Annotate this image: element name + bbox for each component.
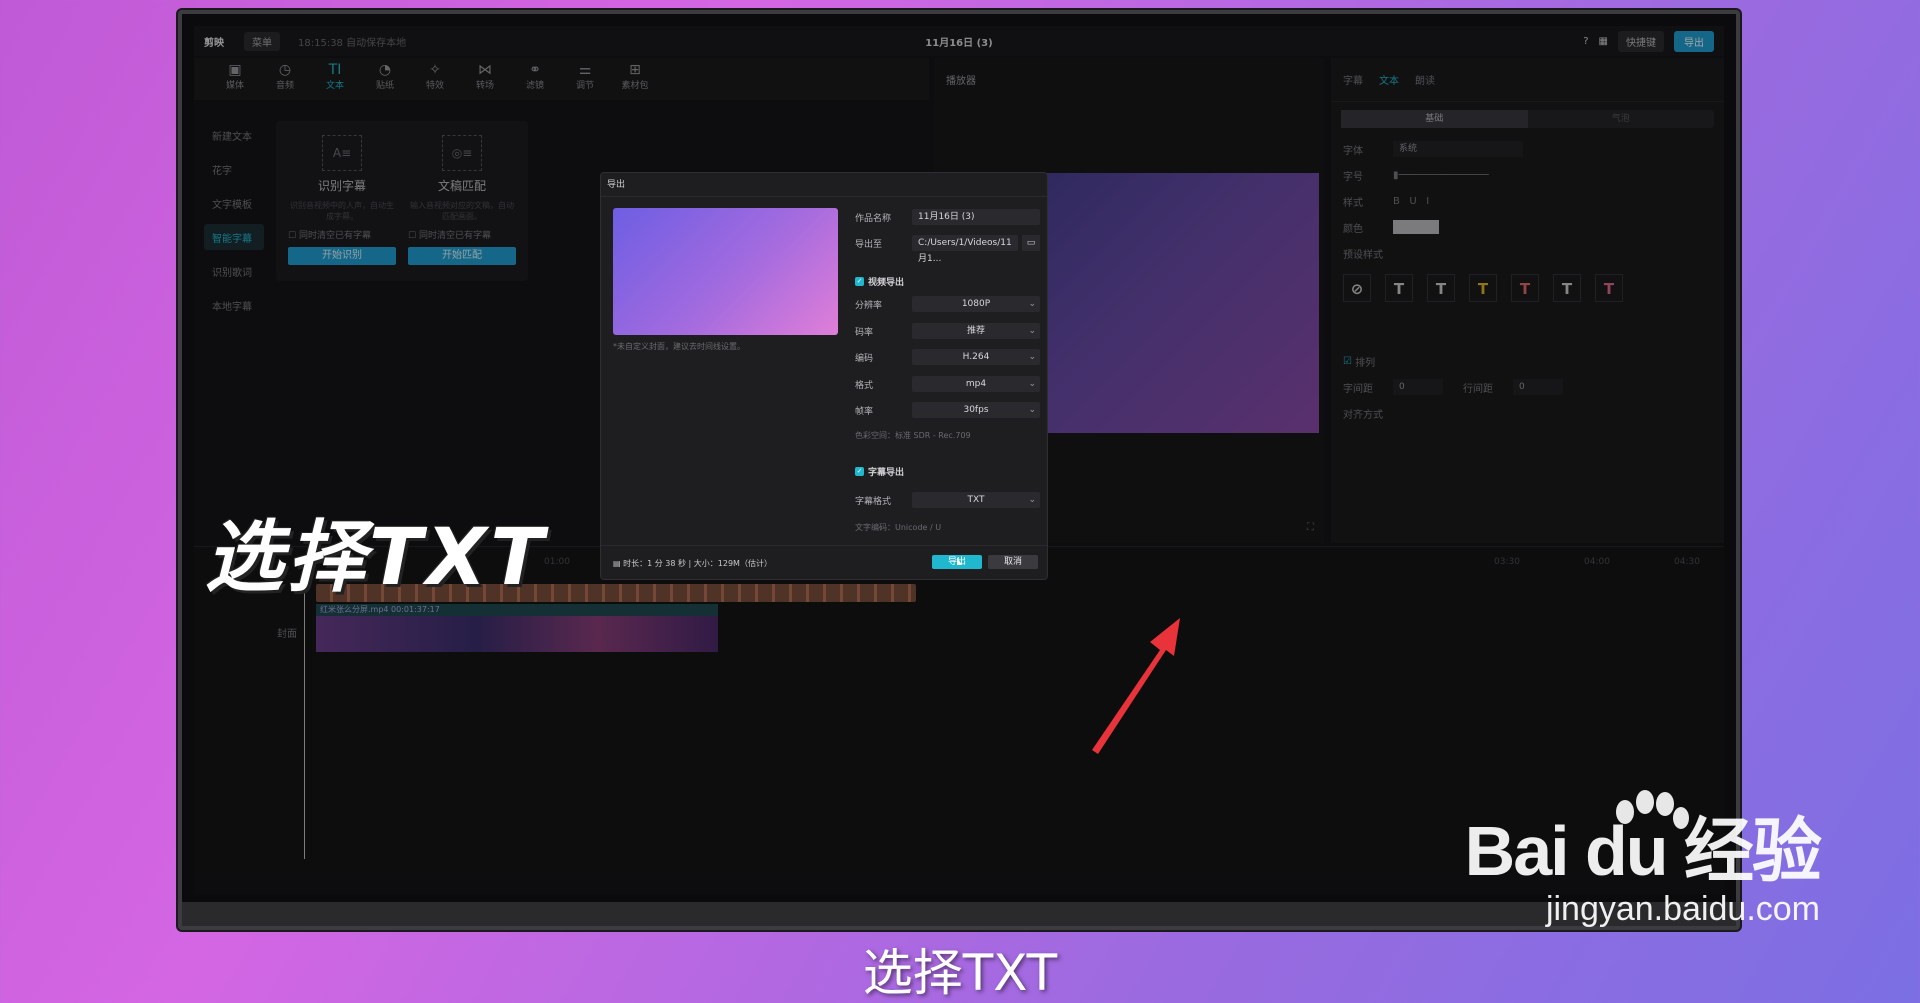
resolution-row: 分辨率 1080P ⌄ xyxy=(855,296,1040,312)
chevron-down-icon: ⌄ xyxy=(1028,495,1036,505)
subtitle-export-checkbox[interactable]: ✓ 字幕导出 xyxy=(855,465,904,478)
encoding-info: 文字编码：Unicode / U xyxy=(855,523,942,532)
select-value: 1080P xyxy=(961,299,991,309)
select-value: mp4 xyxy=(965,379,987,389)
film-icon: ▤ xyxy=(613,559,624,568)
checkbox-label: 视频导出 xyxy=(868,278,905,288)
chevron-down-icon: ⌄ xyxy=(1028,299,1036,309)
dialog-title: 导出 xyxy=(601,173,1047,197)
select-value: TXT xyxy=(967,495,985,505)
video-export-checkbox[interactable]: ✓ 视频导出 xyxy=(855,275,904,288)
cover-note: *未自定义封面，建议去时间线设置。 xyxy=(613,342,745,351)
subtitle-format-select[interactable]: TXT ⌄ xyxy=(912,492,1040,508)
check-icon: ✓ xyxy=(855,277,864,286)
format-label: 格式 xyxy=(855,380,874,391)
fps-row: 帧率 30fps ⌄ xyxy=(855,402,1040,418)
select-value: 推荐 xyxy=(966,326,985,336)
mouse-cursor-icon xyxy=(957,557,962,565)
chevron-down-icon: ⌄ xyxy=(1028,326,1036,336)
format-select[interactable]: mp4 ⌄ xyxy=(912,376,1040,392)
select-value: 30fps xyxy=(963,405,989,415)
resolution-select[interactable]: 1080P ⌄ xyxy=(912,296,1040,312)
folder-icon[interactable]: ▭ xyxy=(1022,235,1040,251)
check-icon: ✓ xyxy=(855,467,864,476)
chevron-down-icon: ⌄ xyxy=(1028,352,1036,362)
bitrate-row: 码率 推荐 ⌄ xyxy=(855,323,1040,339)
name-label: 作品名称 xyxy=(855,213,892,224)
subtitle-format-row: 字幕格式 TXT ⌄ xyxy=(855,492,1040,508)
select-value: H.264 xyxy=(962,352,990,362)
dialog-footer: ▤ 时长：1 分 38 秒 | 大小：129M（估计） 导出 取消 xyxy=(601,545,1047,579)
fps-select[interactable]: 30fps ⌄ xyxy=(912,402,1040,418)
export-dialog: 导出 *未自定义封面，建议去时间线设置。 作品名称 11月16日 (3) 导出至… xyxy=(600,172,1048,580)
duration-size: 时长：1 分 38 秒 | 大小：129M（估计） xyxy=(623,559,772,568)
fps-label: 帧率 xyxy=(855,406,874,417)
codec-row: 编码 H.264 ⌄ xyxy=(855,349,1040,365)
codec-label: 编码 xyxy=(855,353,874,364)
colorspace-info: 色彩空间：标准 SDR - Rec.709 xyxy=(855,431,971,440)
path-label: 导出至 xyxy=(855,239,883,250)
checkbox-label: 字幕导出 xyxy=(868,468,905,478)
format-row: 格式 mp4 ⌄ xyxy=(855,376,1040,392)
path-row: 导出至 C:/Users/1/Videos/11月1... ▭ xyxy=(855,235,1040,264)
export-info: ▤ 时长：1 分 38 秒 | 大小：129M（估计） xyxy=(613,558,772,569)
chevron-down-icon: ⌄ xyxy=(1028,405,1036,415)
resolution-label: 分辨率 xyxy=(855,300,883,311)
chevron-down-icon: ⌄ xyxy=(1028,379,1036,389)
subtitle-format-label: 字幕格式 xyxy=(855,496,892,507)
path-input[interactable]: C:/Users/1/Videos/11月1... xyxy=(912,235,1018,264)
bitrate-select[interactable]: 推荐 ⌄ xyxy=(912,323,1040,339)
cover-preview[interactable] xyxy=(613,208,838,335)
bitrate-label: 码率 xyxy=(855,327,874,338)
codec-select[interactable]: H.264 ⌄ xyxy=(912,349,1040,365)
baidu-paw-icon xyxy=(1616,790,1689,829)
cancel-button[interactable]: 取消 xyxy=(988,555,1038,569)
big-caption: 选择TXT xyxy=(205,513,548,603)
name-row: 作品名称 11月16日 (3) xyxy=(855,209,1040,225)
subtitle-caption: 选择TXT xyxy=(862,944,1058,1002)
name-input[interactable]: 11月16日 (3) xyxy=(912,209,1040,225)
